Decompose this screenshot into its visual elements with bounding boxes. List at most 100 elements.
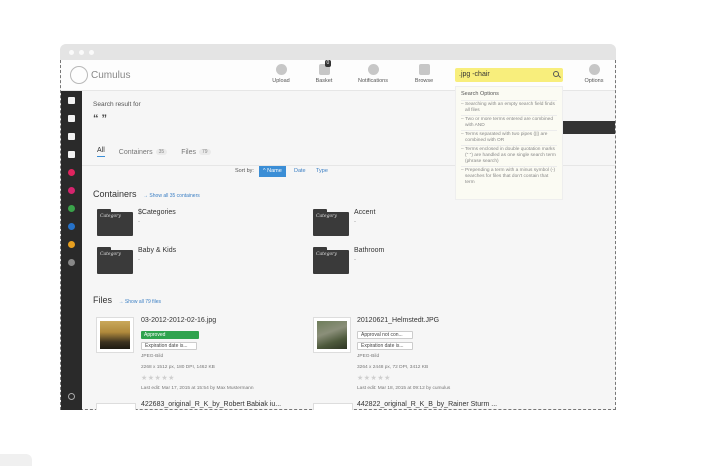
show-all-files-link[interactable]: → Show all 79 files: [119, 299, 162, 305]
search-option-item: Searching with an empty search field fin…: [461, 100, 557, 115]
search-result-heading: Search result for: [93, 101, 141, 108]
file-name[interactable]: 422683_original_R_K_by_Robert Babiak iu.…: [141, 401, 281, 408]
container-folder-icon[interactable]: Category: [313, 247, 349, 274]
sort-by-name[interactable]: ^ Name: [259, 166, 286, 177]
file-name[interactable]: 442822_original_R_K_B_by_Rainer Sturm ..…: [357, 401, 497, 408]
search-options-panel: Search Options Searching with an empty s…: [455, 86, 563, 200]
rating-stars[interactable]: ★★★★★: [357, 374, 391, 382]
tab-containers[interactable]: Containers 35: [118, 147, 168, 157]
logo-icon: [70, 66, 88, 84]
expiration-badge[interactable]: Expiration date is...: [141, 342, 197, 350]
container-folder-icon[interactable]: Category: [97, 247, 133, 274]
file-name[interactable]: 20120621_Helmstedt.JPG: [357, 317, 439, 324]
container-name[interactable]: $Categories: [138, 209, 176, 216]
blue-dot-icon[interactable]: [68, 223, 75, 230]
users-icon[interactable]: [68, 115, 75, 122]
window-close-dot[interactable]: [69, 49, 74, 55]
info-icon: [367, 64, 379, 75]
status-badge[interactable]: Approved: [141, 331, 199, 339]
browser-window: Cumulus Upload 0 Basket Notifications Br…: [60, 44, 616, 410]
sort-by-date[interactable]: Date: [294, 166, 306, 177]
tab-files-label: Files: [181, 148, 196, 156]
folder-icon: [418, 64, 430, 75]
container-sub: -: [354, 257, 356, 263]
file-type: JPEG-Bild: [357, 354, 380, 359]
folder-category-label: Category: [316, 252, 337, 257]
stage: Cumulus Upload 0 Basket Notifications Br…: [0, 0, 720, 466]
tab-containers-label: Containers: [118, 148, 153, 156]
search-option-item: Terms separated with two pipes (||) are …: [461, 130, 557, 145]
show-all-containers-link[interactable]: → Show all 35 containers: [143, 193, 200, 199]
container-folder-icon[interactable]: Category: [313, 209, 349, 236]
book-icon[interactable]: [68, 151, 75, 158]
file-name[interactable]: 03-2012-2012-02-16.jpg: [141, 317, 216, 324]
containers-section-title: Containers → Show all 35 containers: [93, 189, 200, 199]
app-viewport: Cumulus Upload 0 Basket Notifications Br…: [60, 60, 616, 410]
nav-options-label: Options: [584, 78, 604, 84]
file-last-edit: Last edit: Mar 18, 2015 at 09:12 by cumu…: [357, 386, 451, 391]
nav-basket[interactable]: 0 Basket: [302, 60, 346, 84]
status-badge[interactable]: Approval not con...: [357, 331, 413, 339]
file-thumbnail[interactable]: [96, 317, 134, 353]
window-zoom-dot[interactable]: [89, 49, 94, 55]
result-tabs: All Containers 35 Files 79: [97, 147, 211, 157]
search-icon[interactable]: [553, 71, 559, 77]
rating-stars[interactable]: ★★★★★: [141, 374, 175, 382]
nav-options[interactable]: Options: [572, 64, 616, 84]
containers-title: Containers: [93, 189, 137, 199]
tab-files-count: 79: [198, 149, 211, 155]
expiration-badge[interactable]: Expiration date is...: [357, 342, 413, 350]
grey-dot-icon[interactable]: [68, 259, 75, 266]
folder-category-label: Category: [100, 214, 121, 219]
help-icon[interactable]: [68, 393, 75, 400]
tab-files[interactable]: Files 79: [181, 147, 211, 157]
file-last-edit: Last edit: Mar 17, 2015 at 15:54 by Max …: [141, 386, 254, 391]
nav-upload-label: Upload: [272, 78, 290, 84]
user-icon: [588, 64, 600, 75]
container-folder-icon[interactable]: Category: [97, 209, 133, 236]
orange-dot-icon[interactable]: [68, 241, 75, 248]
container-name[interactable]: Baby & Kids: [138, 247, 176, 254]
share-icon[interactable]: [68, 133, 75, 140]
window-minimize-dot[interactable]: [79, 49, 84, 55]
nav-upload[interactable]: Upload: [259, 64, 303, 84]
nav-browse[interactable]: Browse: [402, 64, 446, 84]
nav-notifications[interactable]: Notifications: [351, 64, 395, 84]
nav-basket-label: Basket: [315, 78, 333, 84]
container-sub: -: [138, 257, 140, 263]
container-sub: -: [138, 219, 140, 225]
nav-browse-label: Browse: [414, 78, 434, 84]
corner-tab: [0, 454, 32, 466]
search-input[interactable]: .jpg -chair: [455, 68, 563, 82]
tab-all[interactable]: All: [97, 147, 105, 157]
sidebar: [61, 91, 82, 410]
basket-icon: 0: [318, 60, 332, 75]
search-options-title: Search Options: [461, 91, 499, 97]
basket-count-badge: 0: [324, 60, 332, 67]
tab-containers-count: 35: [155, 149, 168, 155]
app-name: Cumulus: [91, 69, 131, 81]
file-details: 2268 x 1512 px, 180 DPI, 1462 KB: [141, 365, 215, 370]
file-thumbnail[interactable]: [313, 317, 351, 353]
container-name[interactable]: Accent: [354, 209, 375, 216]
files-title: Files: [93, 295, 113, 305]
search-input-value: .jpg -chair: [459, 71, 490, 78]
container-name[interactable]: Bathroom: [354, 247, 384, 254]
file-thumbnail[interactable]: [313, 403, 353, 410]
file-thumbnail[interactable]: [96, 403, 136, 410]
dark-strip: [555, 121, 615, 134]
folder-category-label: Category: [316, 214, 337, 219]
file-details: 3264 x 2448 px, 72 DPI, 3412 KB: [357, 365, 429, 370]
container-sub: -: [354, 219, 356, 225]
docs-icon[interactable]: [68, 97, 75, 104]
search-option-item: Terms enclosed in double quotation marks…: [461, 145, 557, 166]
file-type: JPEG-Bild: [141, 354, 164, 359]
pink-dot-icon[interactable]: [68, 169, 75, 176]
sort-label: Sort by:: [235, 168, 254, 174]
app-logo[interactable]: Cumulus: [70, 66, 130, 84]
nav-notifications-label: Notifications: [358, 78, 388, 84]
magenta-dot-icon[interactable]: [68, 187, 75, 194]
upload-icon: [275, 64, 287, 75]
sort-by-type[interactable]: Type: [316, 166, 328, 177]
green-dot-icon[interactable]: [68, 205, 75, 212]
